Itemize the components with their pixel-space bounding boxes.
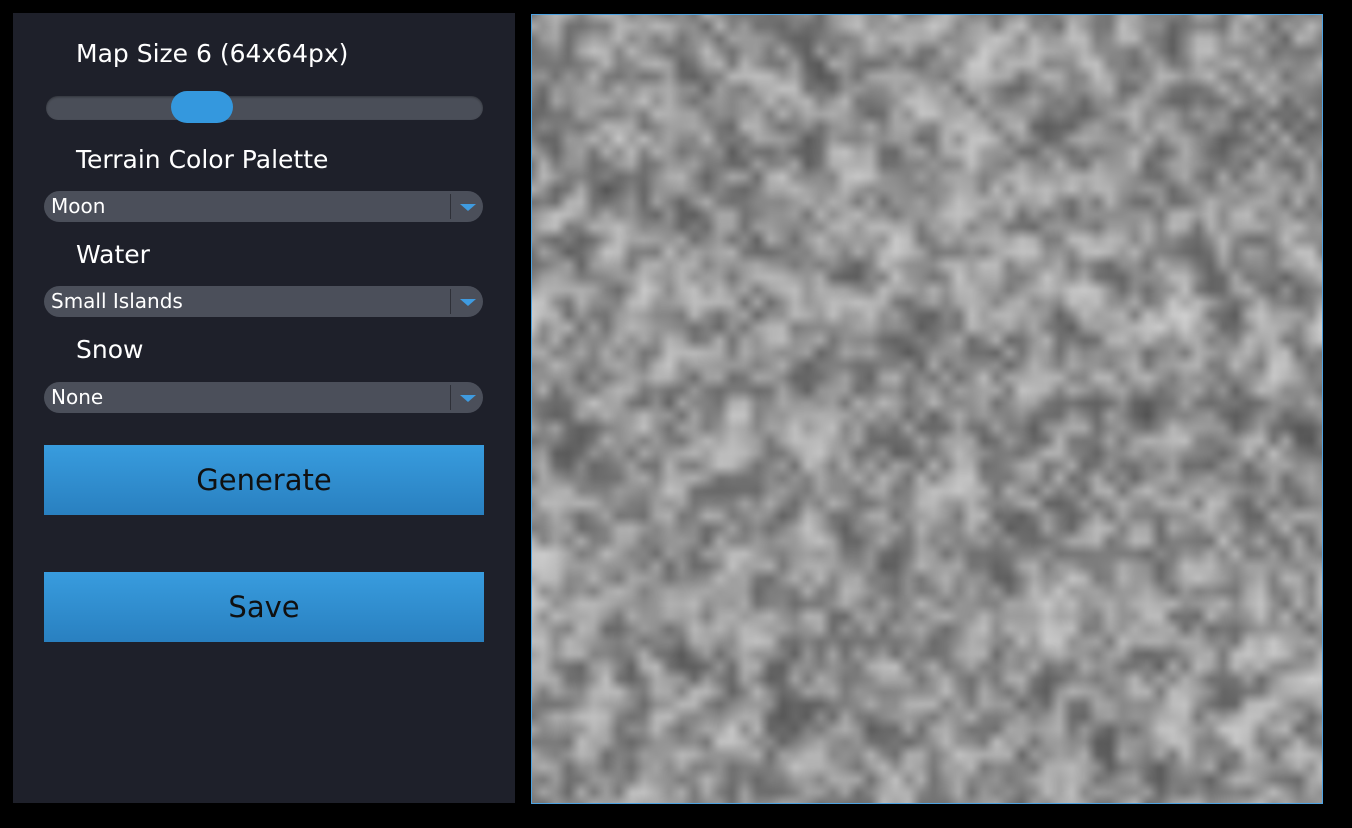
water-select-value: Small Islands [51,289,183,313]
terrain-map-preview [531,14,1323,804]
snow-label: Snow [76,335,144,364]
water-label: Water [76,240,150,269]
snow-select-value: None [51,385,104,409]
map-size-slider-thumb[interactable] [171,91,233,123]
save-button[interactable]: Save [44,572,484,642]
palette-label: Terrain Color Palette [76,145,329,174]
generate-button[interactable]: Generate [44,445,484,515]
snow-select[interactable]: None [44,382,483,413]
palette-select-value: Moon [51,194,106,218]
chevron-down-icon[interactable] [460,299,476,306]
map-size-slider-track[interactable] [46,96,483,120]
palette-select[interactable]: Moon [44,191,483,222]
chevron-down-icon[interactable] [460,395,476,402]
snow-select-divider [450,385,451,410]
terrain-map-canvas [532,15,1322,803]
water-select-divider [450,289,451,314]
map-size-label: Map Size 6 (64x64px) [76,39,349,68]
control-panel: Map Size 6 (64x64px) Terrain Color Palet… [13,13,515,803]
water-select[interactable]: Small Islands [44,286,483,317]
chevron-down-icon[interactable] [460,204,476,211]
palette-select-divider [450,194,451,219]
